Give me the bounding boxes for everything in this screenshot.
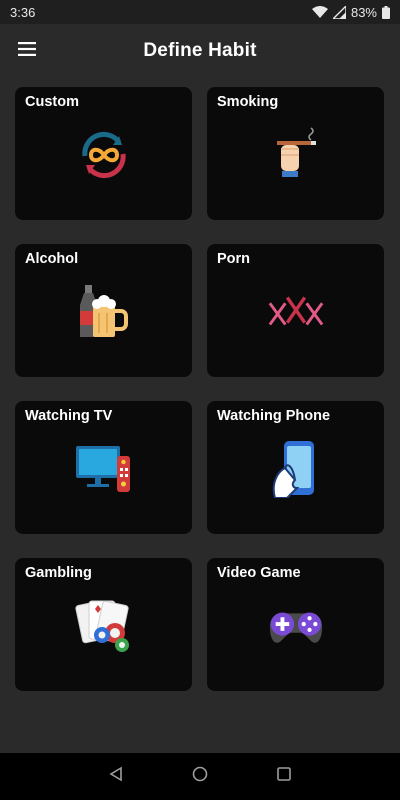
- habit-card-alcohol[interactable]: Alcohol: [15, 244, 192, 377]
- habit-card-video-game[interactable]: Video Game: [207, 558, 384, 691]
- habit-card-watching-tv[interactable]: Watching TV: [15, 401, 192, 534]
- menu-button[interactable]: [12, 36, 42, 66]
- system-nav-bar: [0, 753, 400, 800]
- cigarette-hand-icon: [266, 125, 326, 185]
- habit-card-label: Alcohol: [25, 251, 79, 267]
- cards-chips-icon: [74, 596, 134, 656]
- page-title: Define Habit: [143, 40, 257, 61]
- habit-card-watching-phone[interactable]: Watching Phone: [207, 401, 384, 534]
- recents-icon: [276, 766, 292, 787]
- phone-hand-icon: [266, 439, 326, 499]
- habit-card-gambling[interactable]: Gambling: [15, 558, 192, 691]
- back-button[interactable]: [105, 766, 127, 788]
- habit-card-label: Custom: [25, 94, 79, 110]
- habit-card-label: Watching TV: [25, 408, 113, 424]
- habit-card-porn[interactable]: Porn: [207, 244, 384, 377]
- back-icon: [108, 766, 124, 787]
- habit-card-custom[interactable]: Custom: [15, 87, 192, 220]
- battery-icon: [382, 5, 390, 19]
- recents-button[interactable]: [273, 766, 295, 788]
- status-icons: 83%: [311, 4, 390, 20]
- gamepad-icon: [266, 596, 326, 656]
- habit-card-label: Video Game: [217, 565, 301, 581]
- status-bar: 3:36 83%: [0, 0, 400, 24]
- menu-icon: [18, 41, 36, 61]
- tv-remote-icon: [74, 439, 134, 499]
- wifi-icon: [311, 6, 328, 18]
- beer-bottle-icon: [74, 282, 134, 342]
- xxx-icon: [266, 282, 326, 342]
- battery-percent: 83%: [350, 4, 377, 20]
- habit-card-label: Watching Phone: [217, 408, 331, 424]
- signal-icon: [332, 5, 346, 19]
- habit-card-smoking[interactable]: Smoking: [207, 87, 384, 220]
- infinity-cycle-icon: [74, 125, 134, 185]
- home-button[interactable]: [189, 766, 211, 788]
- habit-grid: Custom Smoking Alcohol Porn Watching TV …: [15, 87, 385, 691]
- habit-card-label: Porn: [217, 251, 251, 267]
- home-icon: [192, 766, 208, 787]
- status-time: 3:36: [10, 4, 36, 20]
- habit-card-label: Smoking: [217, 94, 279, 110]
- app-bar: Define Habit: [0, 24, 400, 78]
- habit-card-label: Gambling: [25, 565, 92, 581]
